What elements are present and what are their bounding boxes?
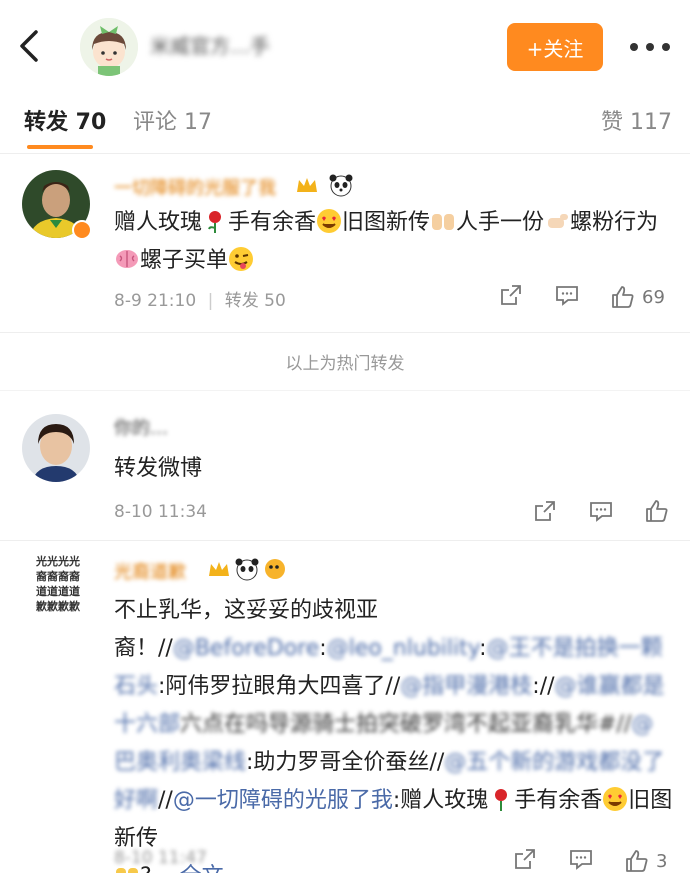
post-time: 8-9 21:10 [114,291,197,311]
action-bar: 69 [498,282,665,312]
share-icon [535,501,555,521]
mention-link[interactable]: @leo_nlubility [327,636,479,661]
post-text: 赠人玫瑰 手有余香 旧图新传 人手一份 螺粉行为螺子买单 [114,204,674,280]
text-segment: :助力罗哥全价蚕丝// [246,750,445,775]
thumbs-up-icon [626,850,648,872]
text-segment: :赠人玫瑰 [392,788,489,813]
rose-emoji [208,211,222,233]
text-avatar[interactable]: 光光光光 裔裔裔裔 道道道道 歉歉歉歉 [22,554,94,626]
tab-reposts[interactable]: 转发 70 [24,104,106,136]
post-meta: 8-9 21:10 | 转发 50 [114,291,286,311]
active-tab-indicator [27,145,93,149]
child-photo-avatar [22,414,90,482]
comment-icon [556,286,578,306]
text-segment: : [319,636,327,661]
divider [0,540,690,541]
cartoon-girl-avatar [80,18,138,76]
text-segment: :阿伟罗拉眼角大四喜了// [158,674,401,699]
like-count: 69 [642,286,665,308]
text-segment: 螺子买单 [140,248,229,273]
follow-button[interactable]: +关注 [507,23,603,71]
author-name[interactable]: 光裔道歉 [114,558,186,584]
tab-likes[interactable]: 赞 117 [601,104,672,136]
thumbs-up-icon [646,500,668,522]
divider [0,332,690,333]
text-segment: 螺粉行为 [570,210,659,235]
avatar-text-line: 歉歉歉歉 [36,600,80,613]
hot-reposts-section-label: 以上为热门转发 [285,354,405,374]
brain-emoji [116,250,138,268]
pufferfish-emoji [262,556,288,582]
like-button[interactable] [644,498,670,528]
like-count: 3 [656,850,668,872]
mention-link[interactable]: @指甲漫港枝 [400,674,532,699]
back-button[interactable] [14,26,48,66]
avatar-text-line: 道道道道 [36,585,80,598]
text-segment: 旧图新传 [342,210,431,235]
comment-button[interactable] [568,846,594,873]
text-segment: 手有余香 [228,210,317,235]
comment-button[interactable] [554,282,580,312]
share-button[interactable] [512,846,538,873]
like-button[interactable]: 69 [610,284,665,310]
share-icon [501,285,521,305]
more-dots-icon[interactable] [630,37,670,57]
crown-emoji [206,556,232,582]
thumbs-up-icon [612,286,634,308]
share-button[interactable] [532,498,558,528]
text-segment: 六点在吗导源骑士拍突破罗湾不起亚裔乳华#// [180,712,632,737]
text-segment: 人手一份 [456,210,545,235]
tab-comments[interactable]: 评论 17 [133,104,212,136]
verified-badge-icon [72,220,92,240]
heart-eyes-emoji [603,787,628,811]
account-name[interactable]: 米威官方…手 [150,30,350,58]
text-segment: 赠人玫瑰 [114,210,203,235]
text-segment: : [479,636,487,661]
action-bar: 3 [512,846,667,873]
post-text: 转发微博 [114,456,203,481]
chevron-left-icon [20,30,38,62]
account-avatar[interactable] [80,18,138,76]
share-button[interactable] [498,282,524,312]
author-name[interactable]: 你的… [114,414,168,440]
tab-bar: 转发 70 评论 17 赞 117 [0,90,690,154]
crown-emoji [294,172,320,198]
like-button[interactable]: 3 [624,848,667,873]
repost-count[interactable]: 转发 50 [225,291,286,311]
post-text: 不止乳华，这妥妥的歧视亚裔！//@BeforeDore:@leo_nlubili… [114,592,674,873]
text-segment: :// [532,674,555,699]
top-bar: 米威官方…手 +关注 [0,0,690,86]
avatar-text-line: 光光光光 [36,555,80,568]
comment-icon [570,850,592,870]
divider [0,390,690,391]
text-segment: // [158,788,173,813]
thumb-emoji [548,214,569,228]
mention-link[interactable]: @一切障碍的光服了我 [173,788,393,813]
share-icon [515,849,535,869]
open-hands-emoji [432,214,455,230]
post-time: 8-10 11:47 [114,848,207,868]
action-bar [532,498,670,528]
comment-button[interactable] [588,498,614,528]
author-name[interactable]: 一切障碍的光服了我 [114,174,276,200]
comment-icon [590,502,612,522]
avatar-text-line: 裔裔裔裔 [36,570,80,583]
heart-eyes-emoji [317,209,342,233]
rose-emoji [495,789,508,811]
mention-link[interactable]: @BeforeDore [173,636,319,661]
panda-emoji [234,556,260,582]
avatar[interactable] [22,414,90,482]
panda-emoji [328,172,354,198]
post-time: 8-10 11:34 [114,502,207,522]
wink-tongue-emoji [229,247,254,271]
text-segment: 手有余香 [514,788,603,813]
